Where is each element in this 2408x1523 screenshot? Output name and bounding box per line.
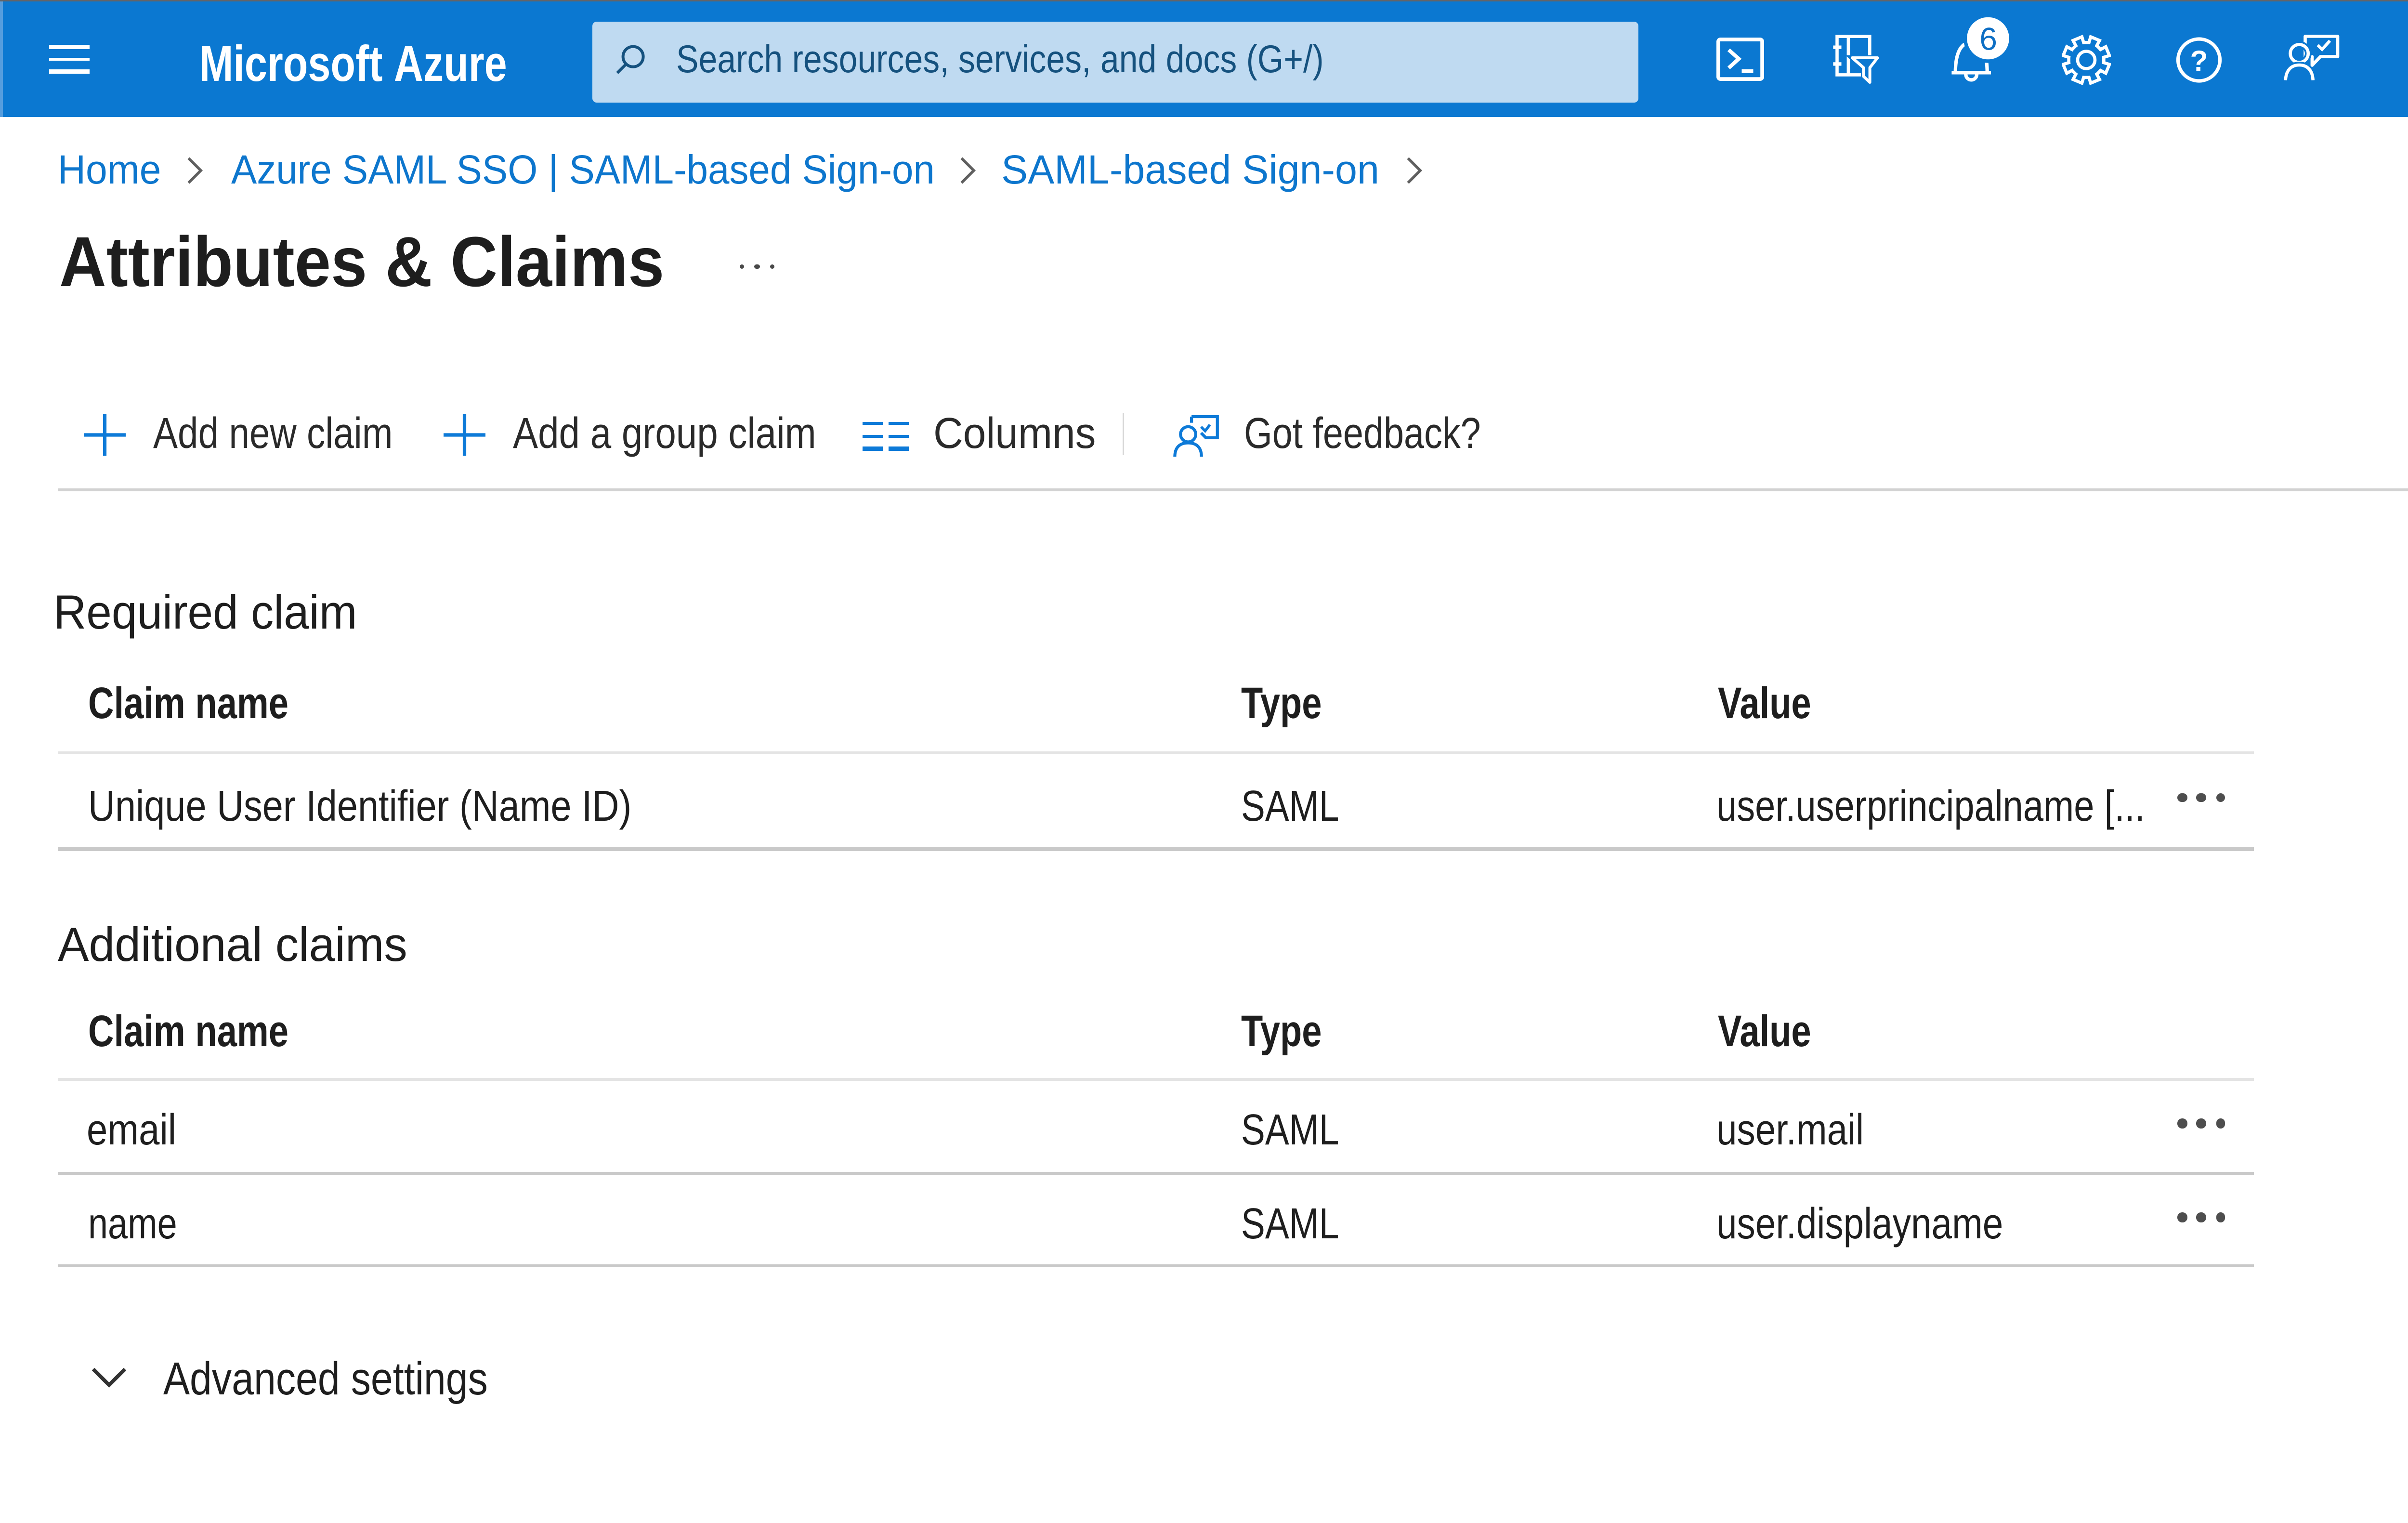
svg-text:6: 6 xyxy=(1979,21,1997,57)
svg-text:?: ? xyxy=(2190,45,2208,77)
